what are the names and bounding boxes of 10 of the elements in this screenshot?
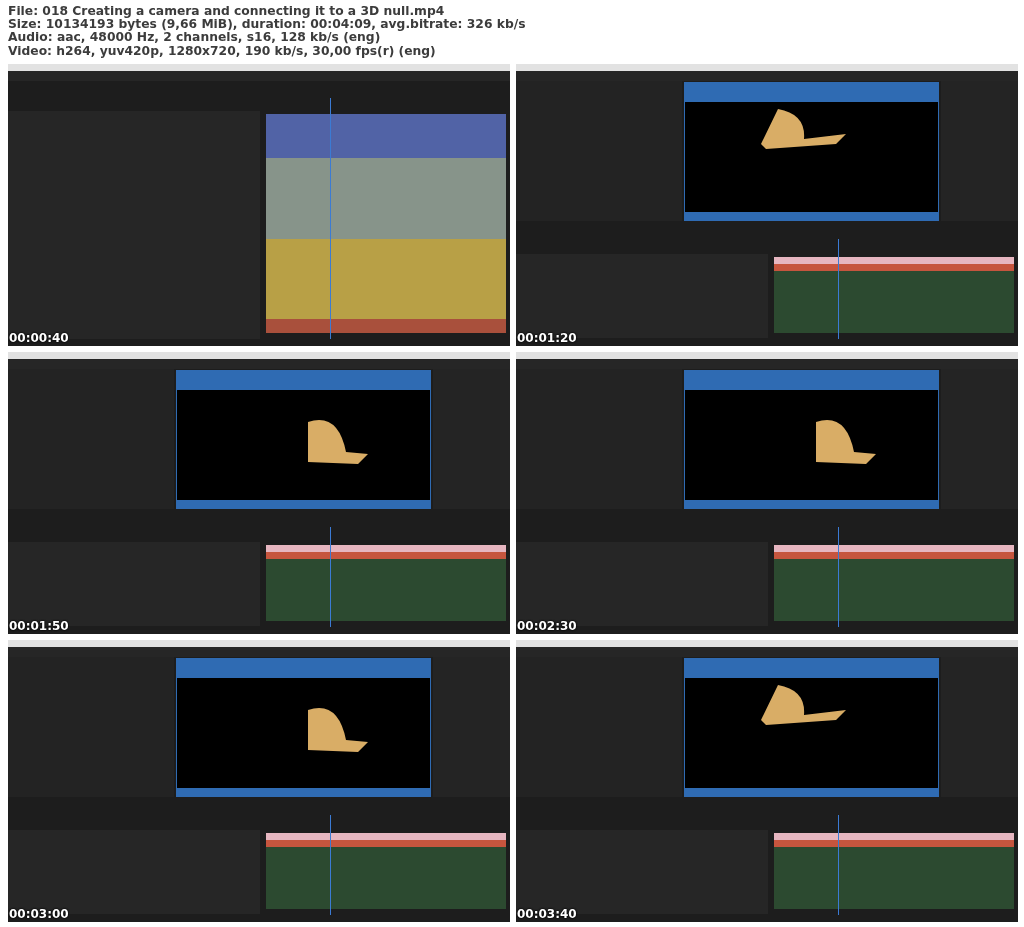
file-info-line: Video: h264, yuv420p, 1280x720, 190 kb/s, 30,00 fps(r) (eng) <box>8 44 437 58</box>
video-timestamp: 00:01:20 <box>517 332 577 345</box>
video-timestamp: 00:03:00 <box>9 908 69 921</box>
video-timestamp: 00:01:50 <box>9 620 69 633</box>
file-info-line: File: 018 Creating a camera and connecting it to a 3D null.mp4 <box>8 5 445 18</box>
file-info-line: Audio: aac, 48000 Hz, 2 channels, s16, 128 kb/s (eng) <box>8 31 381 45</box>
video-timestamp: 00:03:40 <box>517 908 577 921</box>
video-timestamp: 00:00:40 <box>9 332 69 345</box>
file-info-line: Size: 10134193 bytes (9,66 MiB), duration: 00:04:09, avg.bitrate: 326 kb/s <box>8 18 527 32</box>
video-timestamp: 00:02:30 <box>517 620 577 633</box>
